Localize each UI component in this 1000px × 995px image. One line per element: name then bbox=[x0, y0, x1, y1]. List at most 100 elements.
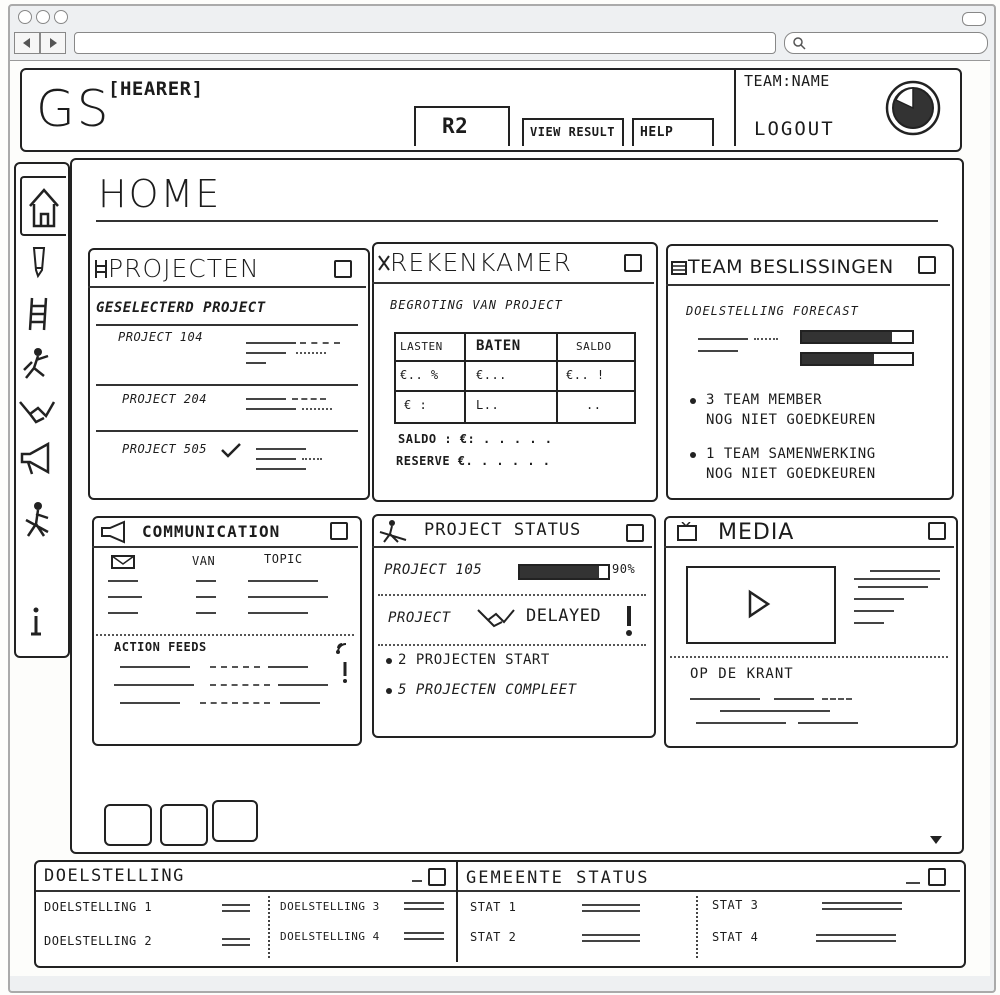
round-button[interactable]: R2 bbox=[414, 106, 510, 146]
handshake-icon bbox=[477, 609, 515, 628]
project-row[interactable]: PROJECT 505 bbox=[96, 436, 358, 486]
arrow-right-icon bbox=[50, 38, 57, 48]
forecast-bar bbox=[800, 330, 914, 344]
table-cell: €.. % bbox=[400, 368, 439, 382]
worker-icon bbox=[23, 348, 49, 379]
sidebar-item-edit[interactable] bbox=[24, 244, 54, 280]
digging-icon bbox=[379, 520, 407, 543]
doelstelling-item[interactable]: DOELSTELLING 2 bbox=[44, 934, 264, 956]
action-feeds-label: ACTION FEEDS bbox=[114, 640, 207, 654]
page-title-underline bbox=[96, 220, 938, 222]
sidebar-item-team[interactable] bbox=[18, 344, 56, 384]
widget-slot[interactable] bbox=[160, 804, 208, 846]
media-title: MEDIA bbox=[718, 520, 795, 545]
communication-title: COMMUNICATION bbox=[142, 522, 281, 541]
rss-icon bbox=[336, 643, 347, 654]
megaphone-icon bbox=[101, 520, 125, 544]
check-icon bbox=[221, 443, 241, 458]
project-progress-fill bbox=[520, 566, 600, 578]
sidebar-item-work[interactable] bbox=[18, 498, 56, 542]
logout-link[interactable]: LOGOUT bbox=[754, 118, 835, 140]
doelstelling-item[interactable]: DOELSTELLING 1 bbox=[44, 900, 264, 922]
help-label: HELP bbox=[640, 125, 674, 140]
stat-label: STAT 3 bbox=[712, 898, 759, 912]
header-divider bbox=[734, 70, 736, 146]
widget-slot[interactable] bbox=[104, 804, 152, 846]
status-bullet: 5 PROJECTEN COMPLEET bbox=[384, 682, 644, 704]
stat-label: STAT 1 bbox=[470, 900, 517, 914]
project-progress-bar bbox=[518, 564, 610, 580]
feed-list bbox=[100, 662, 336, 722]
scroll-down-icon[interactable] bbox=[928, 834, 944, 846]
projecten-header-line bbox=[88, 286, 366, 288]
bullet-text: NOG NIET GOEDKEUREN bbox=[706, 412, 876, 428]
avatar[interactable] bbox=[884, 80, 942, 136]
project-status-title: PROJECT STATUS bbox=[424, 520, 582, 540]
doelstelling-title: DOELSTELLING bbox=[44, 866, 185, 886]
bullet-text: 2 PROJECTEN START bbox=[398, 652, 550, 668]
doelstelling-minimize-button[interactable] bbox=[428, 868, 446, 886]
maximize-window-button[interactable] bbox=[54, 10, 68, 24]
rekenkamer-minimize-button[interactable] bbox=[624, 254, 642, 272]
sidebar-item-collaboration[interactable] bbox=[16, 392, 58, 432]
sidebar-item-home[interactable] bbox=[20, 176, 66, 236]
project-status-minimize-button[interactable] bbox=[626, 524, 644, 542]
bullet-text: NOG NIET GOEDKEUREN bbox=[706, 466, 876, 482]
projecten-minimize-button[interactable] bbox=[334, 260, 352, 278]
search-bar[interactable] bbox=[784, 32, 988, 54]
gemeente-item[interactable]: STAT 1 bbox=[470, 900, 690, 922]
doelstelling-item[interactable]: DOELSTELLING 3 bbox=[280, 900, 452, 922]
gemeente-minimize-button[interactable] bbox=[928, 868, 946, 886]
play-icon bbox=[748, 589, 771, 619]
goal-label: DOELSTELLING 1 bbox=[44, 900, 153, 914]
bullet-text: 1 TEAM SAMENWERKING bbox=[706, 446, 876, 462]
goal-label: DOELSTELLING 3 bbox=[280, 900, 380, 913]
project-row[interactable]: PROJECT 204 bbox=[96, 386, 358, 430]
back-button[interactable] bbox=[14, 32, 40, 54]
media-minimize-button[interactable] bbox=[928, 522, 946, 540]
status-divider bbox=[378, 644, 646, 646]
widget-slot[interactable] bbox=[212, 800, 258, 842]
video-player[interactable] bbox=[686, 566, 836, 644]
table-cell: .. bbox=[586, 398, 602, 412]
team-avatar-icon bbox=[885, 80, 941, 136]
forecast-bar bbox=[800, 352, 914, 366]
close-window-button[interactable] bbox=[18, 10, 32, 24]
project-name: PROJECT 204 bbox=[122, 392, 207, 406]
project-row[interactable]: PROJECT 104 bbox=[96, 326, 358, 382]
message-row[interactable] bbox=[100, 576, 350, 620]
table-cell: €.. ! bbox=[566, 368, 605, 382]
arrow-left-icon bbox=[23, 38, 30, 48]
help-button[interactable]: HELP bbox=[632, 118, 714, 146]
forecast-label: DOELSTELLING FORECAST bbox=[686, 304, 859, 318]
view-result-button[interactable]: VIEW RESULT bbox=[522, 118, 624, 146]
rekenkamer-subtitle: BEGROTING VAN PROJECT bbox=[390, 298, 563, 312]
project-name: PROJECT 505 bbox=[122, 442, 207, 456]
page-title: HOME bbox=[98, 172, 222, 216]
window-resize-button[interactable] bbox=[962, 12, 986, 26]
team-bullet: 1 TEAM SAMENWERKING NOG NIET GOEDKEUREN bbox=[686, 446, 948, 486]
doelstelling-item[interactable]: DOELSTELLING 4 bbox=[280, 930, 452, 952]
digging-icon bbox=[25, 502, 49, 537]
pencil-icon bbox=[32, 247, 46, 279]
address-bar[interactable] bbox=[74, 32, 776, 54]
forward-button[interactable] bbox=[40, 32, 66, 54]
gemeente-item[interactable]: STAT 2 bbox=[470, 930, 690, 952]
media-caption: OP DE KRANT bbox=[690, 666, 794, 682]
column-header: LASTEN bbox=[400, 340, 443, 353]
team-title: TEAM BESLISSINGEN bbox=[688, 256, 894, 278]
round-button-label: R2 bbox=[442, 114, 469, 138]
minimize-window-button[interactable] bbox=[36, 10, 50, 24]
status-project-label: PROJECT 105 bbox=[384, 562, 483, 578]
sidebar-item-communication[interactable] bbox=[16, 438, 58, 480]
sidebar-item-projects[interactable] bbox=[22, 294, 56, 334]
communication-header-line bbox=[92, 546, 358, 548]
gemeente-item[interactable]: STAT 4 bbox=[712, 930, 932, 952]
gemeente-item[interactable]: STAT 3 bbox=[712, 898, 932, 920]
team-minimize-button[interactable] bbox=[918, 256, 936, 274]
communication-minimize-button[interactable] bbox=[330, 522, 348, 540]
gemeente-header-line bbox=[458, 890, 960, 892]
sidebar-item-info[interactable] bbox=[24, 604, 50, 640]
alert-icon bbox=[343, 662, 347, 683]
delayed-label: PROJECT bbox=[388, 610, 451, 626]
